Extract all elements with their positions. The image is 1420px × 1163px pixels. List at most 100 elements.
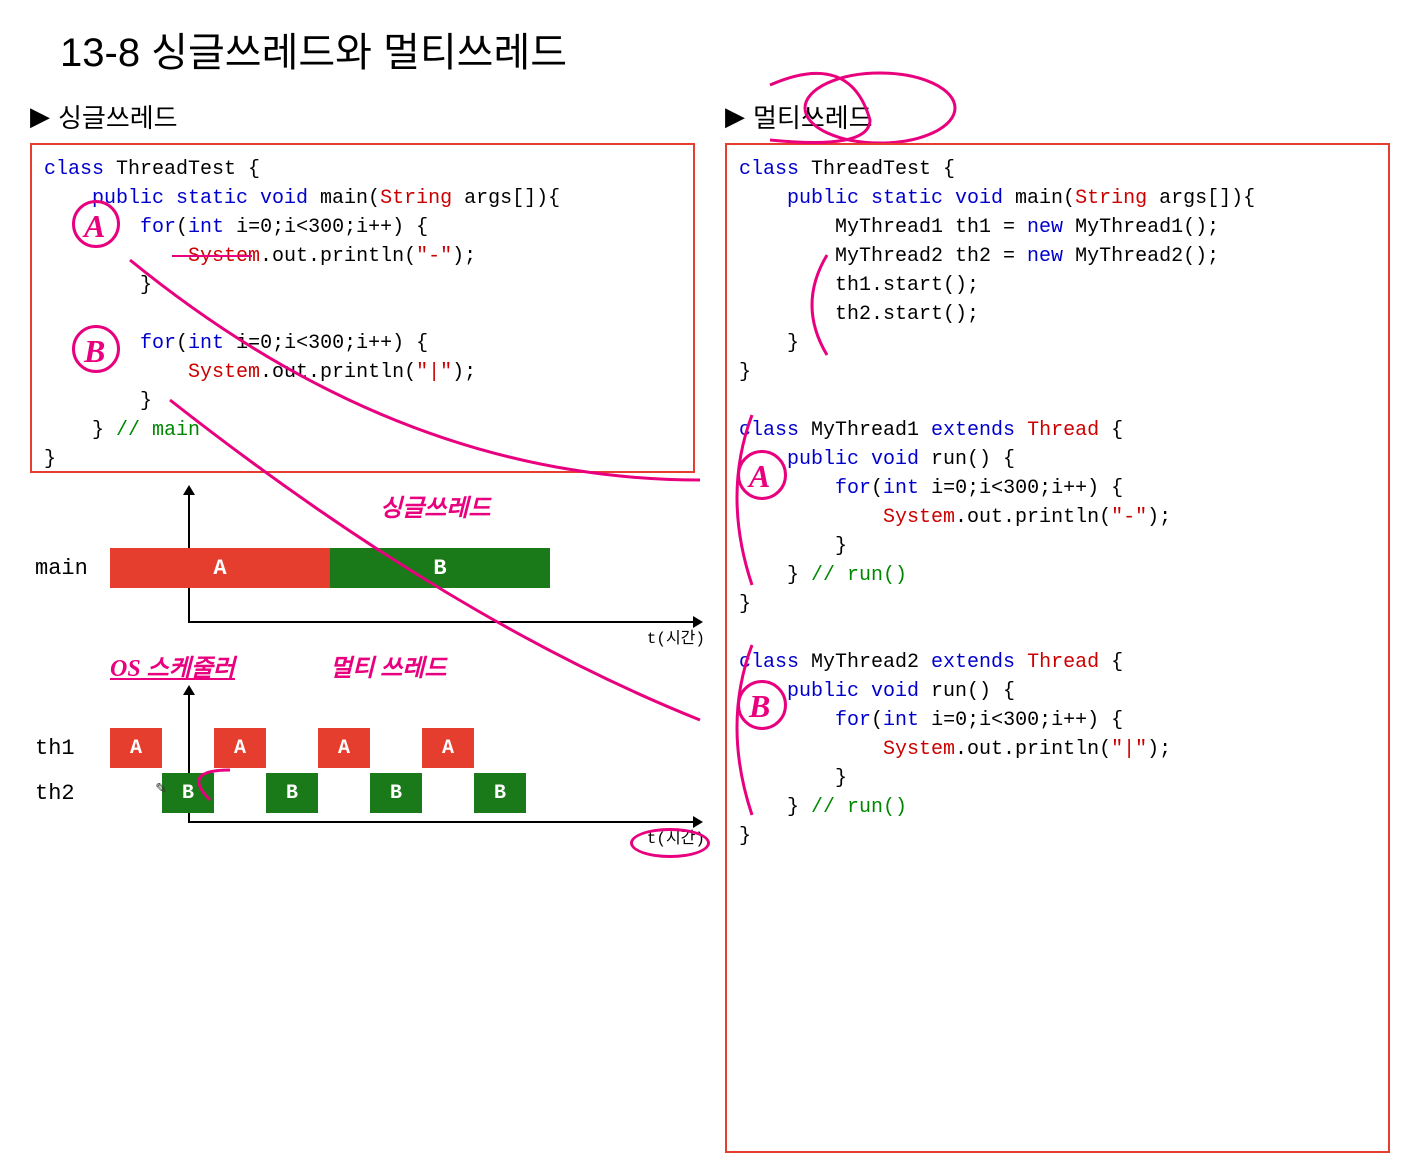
hand-label-a-right: A: [749, 453, 770, 499]
t: th1.start();: [739, 274, 979, 297]
kw: "|": [416, 361, 452, 384]
right-subheading: ▶ 멀티쓰레드: [725, 98, 1390, 135]
kw: String: [1075, 187, 1147, 210]
charts-area: 싱글쓰레드 main A B t(시간) OS 스케줄러 멀티 쓰레드: [30, 493, 695, 843]
t: }: [739, 825, 751, 848]
hand-label-b: B: [84, 328, 105, 374]
cmt: // run(): [811, 796, 907, 819]
kw: int: [883, 477, 919, 500]
right-column: ▶ 멀티쓰레드 class ThreadTest { public static…: [725, 98, 1390, 1153]
row-label-th1: th1: [35, 736, 75, 761]
block-a4: A: [422, 728, 474, 768]
block-a2: A: [214, 728, 266, 768]
t: );: [1147, 738, 1171, 761]
block-a1: A: [110, 728, 162, 768]
kw: class: [44, 158, 104, 181]
block-a-single: A: [110, 548, 330, 588]
left-column: ▶ 싱글쓰레드 class ThreadTest { public static…: [30, 98, 695, 1153]
t: );: [1147, 506, 1171, 529]
pointer-icon: ✎: [155, 781, 167, 798]
t: }: [739, 593, 751, 616]
kw: "-": [1111, 506, 1147, 529]
kw: Thread: [1015, 651, 1099, 674]
cmt: // run(): [811, 564, 907, 587]
t: ThreadTest {: [104, 158, 260, 181]
hand-circle-multi-heading: [780, 58, 980, 148]
t: .out.println(: [955, 738, 1111, 761]
x-axis: [188, 621, 695, 623]
kw: public static void: [739, 187, 1003, 210]
t: MyThread2: [799, 651, 931, 674]
triangle-icon: ▶: [30, 101, 50, 132]
kw: new: [1027, 245, 1063, 268]
t: th2.start();: [739, 303, 979, 326]
kw: String: [380, 187, 452, 210]
kw: Thread: [1015, 419, 1099, 442]
chart-multi: th1 A A A A th2 ✎ B B: [30, 693, 695, 843]
t: .out.println(: [260, 245, 416, 268]
kw: new: [1027, 216, 1063, 239]
t: );: [452, 361, 476, 384]
t: MyThread2 th2 =: [739, 245, 1027, 268]
t: }: [739, 564, 811, 587]
triangle-icon: ▶: [725, 101, 745, 132]
hand-label-a: A: [84, 203, 105, 249]
t: main(: [1003, 187, 1075, 210]
hand-circle-xlabel: [630, 828, 710, 858]
kw: class: [739, 651, 799, 674]
t: (: [871, 477, 883, 500]
t: run() {: [919, 680, 1015, 703]
kw: System: [739, 738, 955, 761]
code-box-single: class ThreadTest { public static void ma…: [30, 143, 695, 473]
t: MyThread1: [799, 419, 931, 442]
page-title: 13-8 싱글쓰레드와 멀티쓰레드: [60, 20, 1390, 78]
t: (: [176, 332, 188, 355]
t: .out.println(: [260, 361, 416, 384]
t: main(: [308, 187, 380, 210]
t: (: [871, 709, 883, 732]
t: }: [739, 332, 799, 355]
t: }: [739, 796, 811, 819]
t: }: [44, 448, 56, 471]
t: MyThread2();: [1063, 245, 1219, 268]
chart-single: main A B t(시간): [30, 493, 695, 643]
kw: extends: [931, 651, 1015, 674]
t: i=0;i<300;i++) {: [224, 216, 428, 239]
t: args[]){: [452, 187, 560, 210]
block-b2: B: [266, 773, 318, 813]
t: );: [452, 245, 476, 268]
t: }: [739, 535, 847, 558]
t: }: [739, 361, 751, 384]
hand-label-b-right: B: [749, 683, 770, 729]
kw: class: [739, 158, 799, 181]
t: .out.println(: [955, 506, 1111, 529]
kw: "|": [1111, 738, 1147, 761]
t: run() {: [919, 448, 1015, 471]
t: (: [176, 216, 188, 239]
code-box-multi: class ThreadTest { public static void ma…: [725, 143, 1390, 1153]
block-b3: B: [370, 773, 422, 813]
t: }: [44, 274, 152, 297]
kw: int: [188, 216, 224, 239]
left-subheading: ▶ 싱글쓰레드: [30, 98, 695, 135]
t: ThreadTest {: [799, 158, 955, 181]
kw: int: [883, 709, 919, 732]
hand-os-label: OS 스케줄러: [110, 648, 235, 683]
t: i=0;i<300;i++) {: [919, 477, 1123, 500]
kw: class: [739, 419, 799, 442]
kw: System: [739, 506, 955, 529]
t: MyThread1 th1 =: [739, 216, 1027, 239]
kw: System: [44, 361, 260, 384]
hand-multi-label: 멀티 쓰레드: [330, 648, 446, 683]
x-label-1: t(시간): [647, 624, 705, 648]
block-a3: A: [318, 728, 370, 768]
t: }: [44, 419, 116, 442]
left-heading-text: 싱글쓰레드: [58, 98, 178, 135]
t: }: [44, 390, 152, 413]
kw: "-": [416, 245, 452, 268]
row-label-main: main: [35, 556, 88, 581]
row-label-th2: th2: [35, 781, 75, 806]
t: args[]){: [1147, 187, 1255, 210]
t: MyThread1();: [1063, 216, 1219, 239]
block-b4: B: [474, 773, 526, 813]
